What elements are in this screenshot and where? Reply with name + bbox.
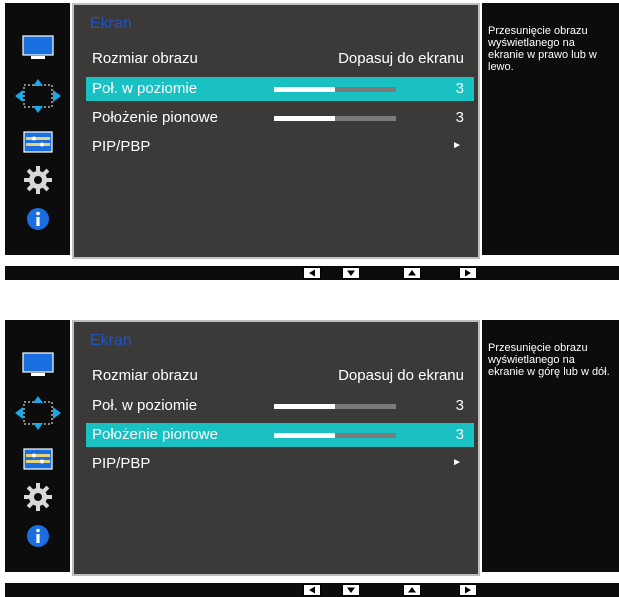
slider-horizontal-position[interactable] (274, 87, 396, 92)
nav-bar (5, 583, 619, 597)
sidebar (5, 320, 70, 572)
menu-item-pip-pbp[interactable]: PIP/PBP ► (86, 452, 474, 476)
menu-item-label: PIP/PBP (92, 455, 151, 472)
osd-screen-vertical-position: Ekran Rozmiar obrazu Dopasuj do ekranu P… (5, 320, 619, 597)
menu-item-value: Dopasuj do ekranu (338, 50, 464, 67)
info-icon[interactable] (26, 524, 50, 548)
section-title: Ekran (90, 15, 132, 32)
menu-item-pip-pbp[interactable]: PIP/PBP ► (86, 135, 474, 159)
slider-fill (274, 116, 335, 121)
menu-panel: Ekran Rozmiar obrazu Dopasuj do ekranu P… (72, 320, 480, 576)
right-arrow-icon[interactable] (459, 584, 477, 596)
down-arrow-icon[interactable] (342, 584, 360, 596)
menu-panel: Ekran Rozmiar obrazu Dopasuj do ekranu P… (72, 3, 480, 259)
slider-fill (274, 404, 335, 409)
menu-item-polozenie-pionowe[interactable]: Położenie pionowe 3 (86, 106, 474, 130)
nav-bar (5, 266, 619, 280)
picture-settings-icon[interactable] (21, 129, 55, 155)
up-arrow-icon[interactable] (403, 584, 421, 596)
slider-horizontal-position[interactable] (274, 404, 396, 409)
menu-item-label: Położenie pionowe (92, 426, 218, 443)
slider-vertical-position[interactable] (274, 433, 396, 438)
menu-item-label: Położenie pionowe (92, 109, 218, 126)
menu-item-rozmiar-obrazu[interactable]: Rozmiar obrazu Dopasuj do ekranu (86, 47, 474, 71)
up-arrow-icon[interactable] (403, 267, 421, 279)
slider-vertical-position[interactable] (274, 116, 396, 121)
menu-item-rozmiar-obrazu[interactable]: Rozmiar obrazu Dopasuj do ekranu (86, 364, 474, 388)
position-arrows-icon[interactable] (15, 396, 61, 430)
down-arrow-icon[interactable] (342, 267, 360, 279)
menu-item-label: Poł. w poziomie (92, 80, 198, 97)
gear-icon[interactable] (23, 165, 53, 195)
monitor-icon[interactable] (21, 352, 55, 378)
right-arrow-icon[interactable] (459, 267, 477, 279)
picture-settings-icon[interactable] (21, 446, 55, 472)
gear-icon[interactable] (23, 482, 53, 512)
menu-item-value: 3 (455, 80, 464, 97)
menu-item-pol-w-poziomie[interactable]: Poł. w poziomie 3 (86, 394, 474, 418)
menu-item-label: Poł. w poziomie (92, 397, 198, 414)
monitor-icon[interactable] (21, 35, 55, 61)
slider-fill (274, 87, 335, 92)
info-icon[interactable] (26, 207, 50, 231)
description-panel: Przesunięcie obrazu wyświetlanego na ekr… (482, 3, 619, 255)
menu-item-label: PIP/PBP (92, 138, 151, 155)
menu-item-value: 3 (455, 426, 464, 443)
menu-item-pol-w-poziomie[interactable]: Poł. w poziomie 3 (86, 77, 474, 101)
chevron-right-icon: ► (452, 457, 462, 468)
description-panel: Przesunięcie obrazu wyświetlanego na ekr… (482, 320, 619, 572)
chevron-right-icon: ► (452, 140, 462, 151)
menu-item-label: Rozmiar obrazu (92, 50, 198, 67)
left-arrow-icon[interactable] (303, 584, 321, 596)
menu-item-value: 3 (455, 397, 464, 414)
menu-item-value: Dopasuj do ekranu (338, 367, 464, 384)
menu-item-value: 3 (455, 109, 464, 126)
position-arrows-icon[interactable] (15, 79, 61, 113)
menu-item-polozenie-pionowe[interactable]: Położenie pionowe 3 (86, 423, 474, 447)
osd-screen-horizontal-position: Ekran Rozmiar obrazu Dopasuj do ekranu P… (5, 3, 619, 280)
left-arrow-icon[interactable] (303, 267, 321, 279)
menu-item-label: Rozmiar obrazu (92, 367, 198, 384)
section-title: Ekran (90, 332, 132, 349)
slider-fill (274, 433, 335, 438)
sidebar (5, 3, 70, 255)
